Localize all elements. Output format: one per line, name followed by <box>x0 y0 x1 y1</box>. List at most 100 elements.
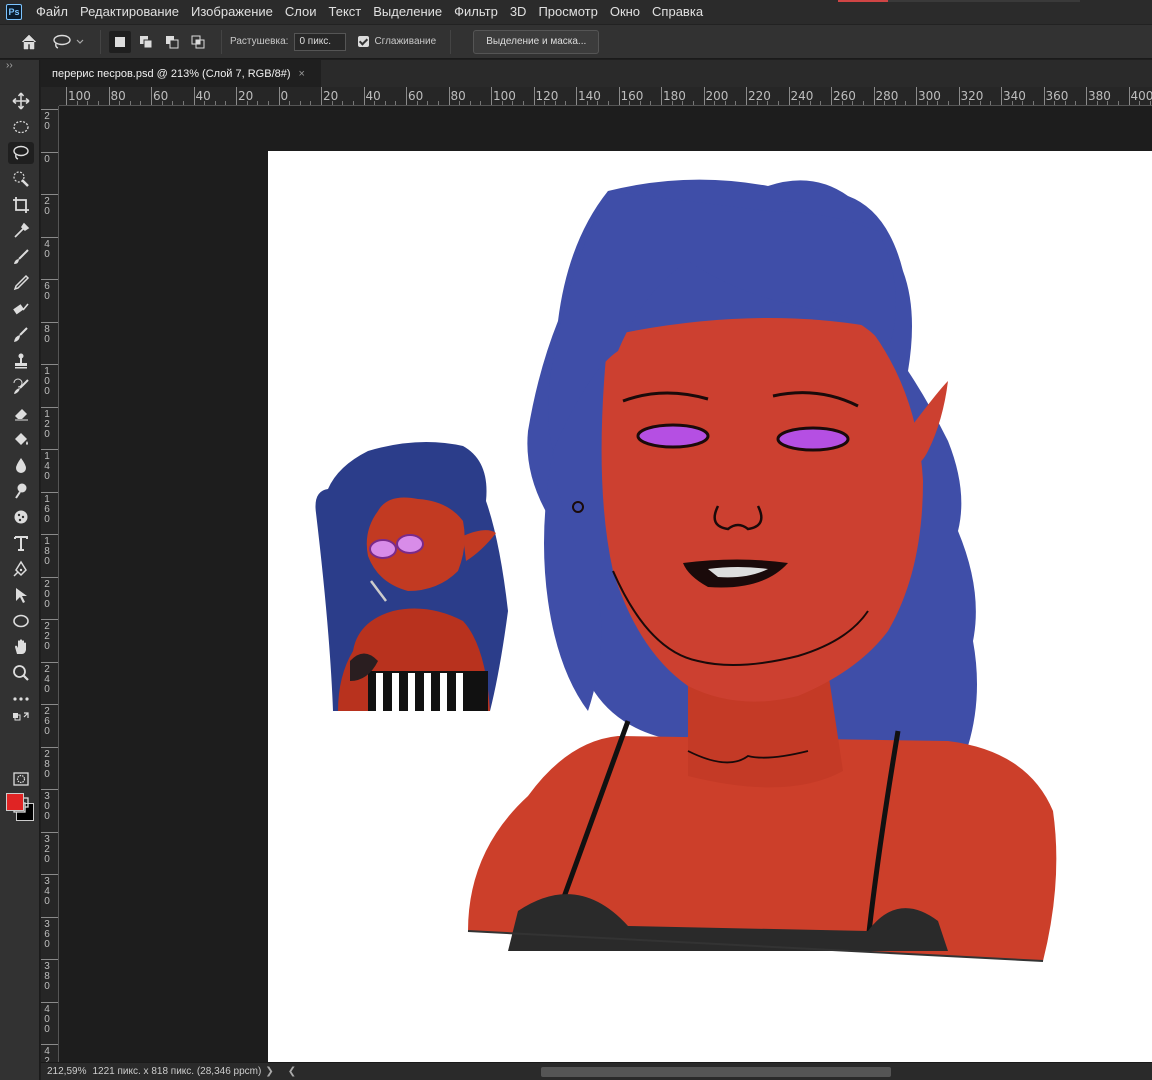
ruler-label: 2 6 0 <box>44 706 50 737</box>
ruler-tick <box>746 87 747 105</box>
hand-tool[interactable] <box>8 636 34 658</box>
menu-help[interactable]: Справка <box>646 0 709 24</box>
ruler-tick <box>1128 87 1130 105</box>
eraser-tool[interactable] <box>8 402 34 424</box>
menu-file[interactable]: Файл <box>30 0 74 24</box>
new-selection-button[interactable] <box>109 30 131 53</box>
zoom-level[interactable]: 212,59% <box>47 1066 86 1077</box>
menu-type[interactable]: Текст <box>323 0 368 24</box>
status-menu-icon[interactable]: ❯ <box>265 1066 273 1077</box>
blur-tool[interactable] <box>8 454 34 476</box>
menu-layers[interactable]: Слои <box>279 0 323 24</box>
ruler-label: 0 <box>44 153 50 165</box>
zoom-tool[interactable] <box>8 662 34 684</box>
ruler-label: 1 4 0 <box>44 451 50 482</box>
ruler-tick <box>41 831 58 833</box>
crop-tool[interactable] <box>8 194 34 216</box>
ruler-minor-tick <box>777 101 779 105</box>
canvas-workspace[interactable] <box>59 106 1152 1062</box>
horizontal-ruler[interactable]: 100 80 60 40 20 0 20 40 60 80 100 120 140 160 180 200 22… <box>59 87 1152 106</box>
ruler-minor-tick <box>820 101 822 105</box>
crop-icon <box>13 197 29 213</box>
mixer-brush-tool[interactable] <box>8 324 34 346</box>
menu-image[interactable]: Изображение <box>185 0 279 24</box>
ellipse-tool[interactable] <box>8 610 34 632</box>
ruler-tick <box>41 194 58 195</box>
marquee-tool[interactable] <box>8 116 34 138</box>
ruler-label: 1 0 0 <box>44 366 50 397</box>
feather-input[interactable] <box>294 32 347 51</box>
menu-view[interactable]: Просмотр <box>532 0 603 24</box>
select-and-mask-button[interactable]: Выделение и маска... <box>473 29 600 54</box>
menu-edit[interactable]: Редактирование <box>74 0 185 24</box>
tool-preset-picker[interactable] <box>52 29 92 55</box>
document-canvas[interactable] <box>268 151 1152 1062</box>
ruler-minor-tick <box>76 101 78 105</box>
ruler-minor-tick <box>1022 101 1024 105</box>
ruler-minor-tick <box>947 101 949 105</box>
ruler-origin[interactable] <box>41 87 59 106</box>
ruler-minor-tick <box>267 101 269 105</box>
quick-mask-button[interactable] <box>8 768 34 790</box>
ruler-tick <box>236 87 237 105</box>
subtract-selection-button[interactable] <box>161 31 183 53</box>
pen-tool[interactable] <box>8 558 34 580</box>
history-brush-tool[interactable] <box>8 376 34 398</box>
paint-bucket-tool[interactable] <box>8 428 34 450</box>
antialias-checkbox[interactable] <box>358 36 370 47</box>
swap-colors-icon <box>13 712 29 721</box>
scroll-left-icon[interactable]: ❮ <box>288 1066 296 1077</box>
photoshop-logo[interactable]: Ps <box>6 4 22 20</box>
add-selection-button[interactable] <box>135 31 157 53</box>
quick-select-tool[interactable] <box>8 168 34 190</box>
type-tool[interactable] <box>8 532 34 554</box>
eyedropper-icon <box>14 222 30 238</box>
ruler-tick <box>41 959 58 960</box>
sponge-tool[interactable] <box>8 506 34 528</box>
menu-select[interactable]: Выделение <box>367 0 448 24</box>
dodge-tool[interactable] <box>8 480 34 502</box>
path-select-tool[interactable] <box>8 584 34 606</box>
healing-brush-tool[interactable] <box>8 298 34 320</box>
document-tab[interactable]: перерис песров.psd @ 213% (Слой 7, RGB/8… <box>41 60 321 87</box>
collapse-panel-icon[interactable]: ›› <box>6 60 13 71</box>
clone-stamp-tool[interactable] <box>8 350 34 372</box>
ruler-label: 4 0 0 <box>44 1003 50 1035</box>
move-tool[interactable] <box>8 90 34 112</box>
ruler-tick <box>916 87 917 105</box>
lasso-tool[interactable] <box>8 142 34 164</box>
home-button[interactable] <box>16 29 42 55</box>
ruler-tick <box>873 87 875 105</box>
ruler-minor-tick <box>799 101 801 105</box>
ruler-tick <box>41 1001 58 1003</box>
ruler-minor-tick <box>544 101 546 105</box>
foreground-color-swatch[interactable] <box>6 793 24 811</box>
ruler-label: 3 8 0 <box>44 961 50 992</box>
menu-filter[interactable]: Фильтр <box>448 0 504 24</box>
ruler-minor-tick <box>374 101 376 105</box>
menu-3d[interactable]: 3D <box>504 0 533 24</box>
ruler-tick <box>66 87 67 105</box>
ruler-label: 4 0 <box>44 238 50 260</box>
intersect-selection-button[interactable] <box>187 31 209 53</box>
chevron-down-icon <box>76 39 84 44</box>
vertical-ruler[interactable]: 2 0 0 2 0 4 0 6 0 8 0 1 0 0 1 2 0 1 4 0 1 6 0 1 8 … <box>41 106 59 1062</box>
pencil-tool[interactable] <box>8 272 34 294</box>
ruler-label: 2 0 <box>44 196 50 217</box>
sponge-icon <box>14 510 28 524</box>
ruler-minor-tick <box>565 101 567 105</box>
ruler-tick <box>41 746 58 748</box>
more-tools-button[interactable] <box>8 688 34 710</box>
ruler-minor-tick <box>1107 101 1109 105</box>
ruler-minor-tick <box>119 101 121 105</box>
eyedropper-tool[interactable] <box>8 220 34 242</box>
close-icon[interactable]: × <box>299 68 305 80</box>
ruler-label: 3 0 0 <box>44 791 50 822</box>
brush-tool[interactable] <box>8 246 34 268</box>
color-swap-controls[interactable] <box>8 712 34 728</box>
ruler-minor-tick <box>979 101 981 105</box>
ruler-tick <box>576 87 577 105</box>
horizontal-scrollbar[interactable] <box>541 1067 891 1077</box>
ruler-minor-tick <box>692 101 694 105</box>
menu-window[interactable]: Окно <box>604 0 646 24</box>
